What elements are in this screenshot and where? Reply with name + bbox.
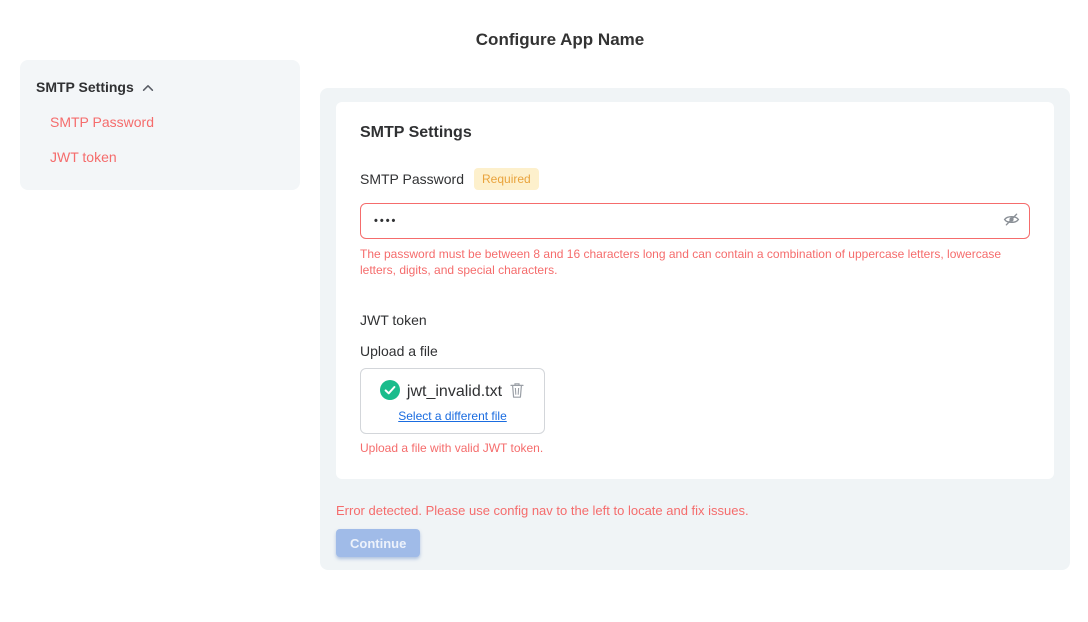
sidebar-item-smtp-password[interactable]: SMTP Password [50,114,284,130]
required-badge: Required [474,168,539,190]
jwt-error-text: Upload a file with valid JWT token. [360,441,1030,455]
jwt-token-label: JWT token [360,312,1030,328]
sidebar-item-jwt-token[interactable]: JWT token [50,149,284,165]
file-upload-box: jwt_invalid.txt Sele [360,368,545,434]
sidebar-section-label: SMTP Settings [36,79,134,95]
config-panel: SMTP Settings SMTP Password Required [320,88,1070,570]
smtp-settings-card: SMTP Settings SMTP Password Required [336,102,1054,479]
chevron-up-icon [141,81,155,95]
config-nav-sidebar: SMTP Settings SMTP Password JWT token [20,60,300,190]
uploaded-file-name: jwt_invalid.txt [407,383,502,401]
eye-off-icon [1003,211,1020,231]
smtp-password-input[interactable] [360,203,1030,239]
check-circle-icon [380,380,400,405]
password-error-text: The password must be between 8 and 16 ch… [360,246,1024,278]
select-different-file-link[interactable]: Select a different file [398,409,507,423]
smtp-password-label-row: SMTP Password Required [360,168,1030,190]
sidebar-section-smtp-settings[interactable]: SMTP Settings [36,79,284,95]
toggle-password-visibility-button[interactable] [1003,211,1020,231]
page-title: Configure App Name [0,30,1088,50]
form-error-banner: Error detected. Please use config nav to… [336,503,1054,518]
card-heading: SMTP Settings [360,124,1030,142]
smtp-password-label: SMTP Password [360,171,464,187]
password-input-wrap [360,203,1030,239]
uploaded-file-row: jwt_invalid.txt [380,380,525,405]
upload-file-label: Upload a file [360,343,1030,359]
delete-file-button[interactable] [509,382,525,402]
continue-button[interactable]: Continue [336,529,420,557]
trash-icon [509,382,525,402]
configure-page: Configure App Name SMTP Settings SMTP Pa… [0,0,1088,622]
